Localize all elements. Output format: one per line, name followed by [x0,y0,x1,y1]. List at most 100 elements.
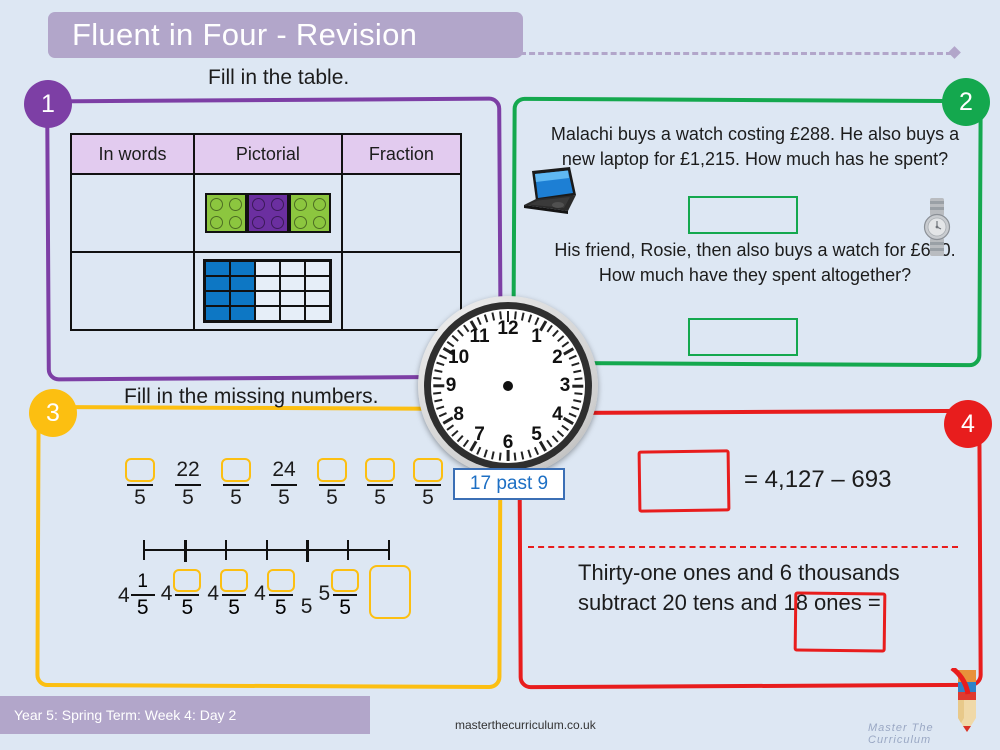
worksheet-page: Fluent in Four - Revision 1 2 3 4 Fill i… [0,0,1000,750]
section-4-answer-box-2[interactable] [793,591,887,653]
grid-cell [205,291,231,306]
fraction-item: 22 5 [170,458,206,509]
mixed-number-blank-box[interactable] [369,565,412,619]
mixed-numerator-blank[interactable] [331,569,360,592]
fraction-item: 5 [122,458,158,509]
table-row [70,173,463,253]
table-row [70,251,463,331]
section-2-question-b: His friend, Rosie, then also buys a watc… [554,240,956,285]
clock-hour-7: 7 [474,424,485,446]
number-line-tick [388,540,390,560]
mixed-number-whole: 5 [318,582,331,605]
fraction-denominator: 5 [278,486,290,509]
column-header-pictorial: Pictorial [192,133,343,175]
grid-cell [230,276,256,291]
mixed-numerator-blank[interactable] [220,569,249,592]
mixed-number-fraction: 5 [331,569,360,619]
mixed-number-fraction: 15 [130,571,155,619]
section-4-equation: = 4,127 – 693 [744,466,892,493]
fraction-numerator: 22 [176,458,200,481]
clock-hour-9: 9 [445,375,457,396]
grid-cell [280,261,306,276]
grid-cell [230,306,256,321]
shaded-grid-wrap [195,259,341,323]
mixed-number-item: 45 [161,569,202,619]
grid-cell [255,306,281,321]
fraction-denominator: 5 [422,486,434,509]
section-4-word-problem: Thirty-one ones and 6 thousands subtract… [578,560,900,615]
section-2-answer-box-2[interactable] [688,318,798,356]
cell-fraction-row1[interactable] [340,173,463,253]
fraction-denominator: 5 [134,486,146,509]
clock-hour-11: 11 [469,325,490,347]
mixed-number-whole: 4 [118,583,130,607]
mixed-numerator-blank[interactable] [266,569,295,592]
grid-cell [305,276,331,291]
laptop-icon [524,167,576,214]
lego-stud-icon [293,215,307,229]
mixed-number-fraction: 5 [173,569,202,619]
grid-cell [255,276,281,291]
grid-cell [205,306,231,321]
clock-time-label: 17 past 9 [453,468,565,500]
mixed-numerator: 1 [137,571,148,592]
lego-stud-icon [293,197,307,211]
clock-time-text: 17 past 9 [469,473,549,494]
number-line-tick [183,540,187,562]
lego-stud-icon [312,215,326,229]
lego-stud-icon [270,215,284,229]
shaded-grid [203,259,333,323]
section-4-divider [528,546,958,548]
mixed-number-item: 5 [301,595,313,619]
fraction-denominator: 5 [374,486,386,509]
grid-cell [280,291,306,306]
grid-cell [305,291,331,306]
section-2-badge: 2 [942,78,990,126]
mixed-number-item: 55 [318,569,360,619]
fraction-numerator: 24 [272,458,296,481]
column-header-in-words: In words [70,133,195,175]
mixed-numerator-blank[interactable] [173,569,202,592]
section-2-question-a: Malachi buys a watch costing £288. He al… [550,124,960,169]
section-2-answer-box-1[interactable] [688,196,798,234]
mixed-number-item: 415 [118,572,155,619]
clock-hour-5: 5 [531,424,542,446]
lego-stud-icon [251,197,265,211]
section-1-instruction: Fill in the table. [208,66,350,89]
column-header-fraction: Fraction [340,133,463,175]
grid-cell [280,306,306,321]
grid-cell [205,261,231,276]
number-line-tick [143,540,145,560]
clock-hour-3: 3 [559,375,571,396]
mixed-number-item: 45 [254,569,295,619]
lego-block-icon [246,193,289,233]
clock-hour-12: 12 [497,318,519,339]
fraction-numerator-blank[interactable] [221,458,251,482]
fraction-numerator-blank[interactable] [365,458,395,482]
cell-in-words-row1[interactable] [70,173,195,253]
clock-center-dot [503,381,513,391]
grid-cell [230,261,256,276]
mixed-denominator: 5 [228,596,240,619]
mixed-number-whole: 4 [254,582,266,605]
pencil-icon [950,668,976,732]
mixed-number-item [365,565,412,619]
footer-term-bar: Year 5: Spring Term: Week 4: Day 2 [0,696,370,734]
section-3-instruction: Fill in the missing numbers. [124,385,379,408]
mixed-denominator: 5 [181,596,194,619]
fraction-denominator: 5 [230,486,242,509]
fraction-item: 5 [218,458,254,509]
clock-face: 12 1 2 3 4 5 6 7 8 9 10 11 [418,296,598,476]
section-4-badge: 4 [944,400,992,448]
footer-url: masterthecurriculum.co.uk [455,718,596,732]
fraction-denominator: 5 [182,486,194,509]
section-4-answer-box-1[interactable] [637,449,731,513]
mixed-denominator: 5 [136,596,149,619]
mixed-number-whole: 4 [207,582,220,605]
fraction-numerator-blank[interactable] [317,458,347,482]
fraction-item: 5 [362,458,398,509]
cell-in-words-row2[interactable] [70,251,195,331]
watch-icon [923,198,951,256]
fraction-sequence: 5 22 5 5 24 5 5 5 5 [122,458,446,509]
fraction-numerator-blank[interactable] [125,458,155,482]
